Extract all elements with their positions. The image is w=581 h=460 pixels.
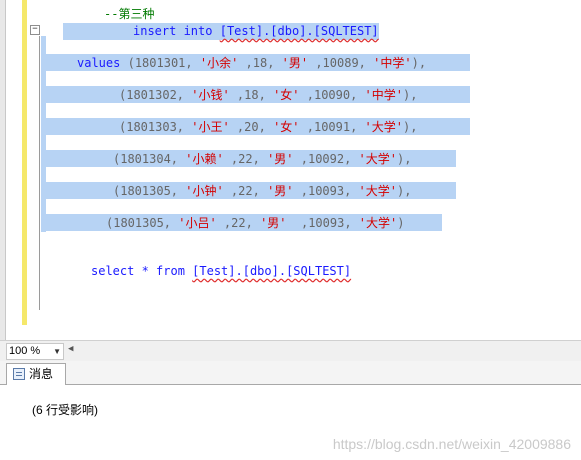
messages-pane: (6 行受影响) https://blog.csdn.net/weixin_42… — [0, 385, 581, 460]
code-line-row: (1801305, '小吕' ,22, '男' ,10093, '大学') — [106, 216, 405, 230]
change-tracking-bar — [22, 0, 27, 325]
outline-line — [39, 36, 40, 310]
editor-left-border — [0, 0, 6, 340]
code-line-row: (1801303, '小王' ,20, '女' ,10091, '大学'), — [119, 120, 418, 134]
zoom-value: 100 % — [9, 345, 41, 357]
query-editor[interactable]: − --第三种 insert into [Test].[dbo].[SQLTES… — [0, 0, 581, 340]
values-keyword: values — [77, 56, 121, 70]
insert-table-name: [Test].[dbo].[SQLTEST] — [219, 24, 379, 38]
chevron-down-icon[interactable]: ▼ — [53, 344, 61, 359]
tab-label: 消息 — [29, 367, 54, 381]
code-line-values: values (1801301, '小余' ,18, '男' ,10089, '… — [77, 56, 427, 70]
code-line-select: select * from [Test].[dbo].[SQLTEST] — [91, 263, 351, 280]
collapse-icon[interactable]: − — [30, 25, 40, 35]
scroll-left-icon[interactable]: ◀ — [68, 344, 73, 354]
code-line-row: (1801304, '小赖' ,22, '男' ,10092, '大学'), — [113, 152, 412, 166]
sql-comment: --第三种 — [104, 7, 155, 21]
insert-keyword: insert into — [133, 24, 213, 38]
zoom-bar: 100 % ▼ ◀ — [0, 340, 581, 361]
code-line-row: (1801305, '小钟' ,22, '男' ,10093, '大学'), — [113, 184, 412, 198]
select-keyword: select * from — [91, 264, 185, 278]
code-line-row: (1801302, '小钱' ,18, '女' ,10090, '中学'), — [119, 88, 418, 102]
tab-messages[interactable]: 消息 — [6, 363, 66, 386]
select-table-name: [Test].[dbo].[SQLTEST] — [192, 264, 352, 278]
watermark: https://blog.csdn.net/weixin_42009886 — [332, 436, 571, 452]
message-text: (6 行受影响) — [32, 403, 99, 417]
results-tab-strip: 消息 — [0, 361, 581, 386]
zoom-dropdown[interactable]: 100 % ▼ — [6, 343, 64, 360]
code-line-insert: insert into [Test].[dbo].[SQLTEST] — [133, 23, 379, 40]
messages-icon — [13, 368, 25, 380]
